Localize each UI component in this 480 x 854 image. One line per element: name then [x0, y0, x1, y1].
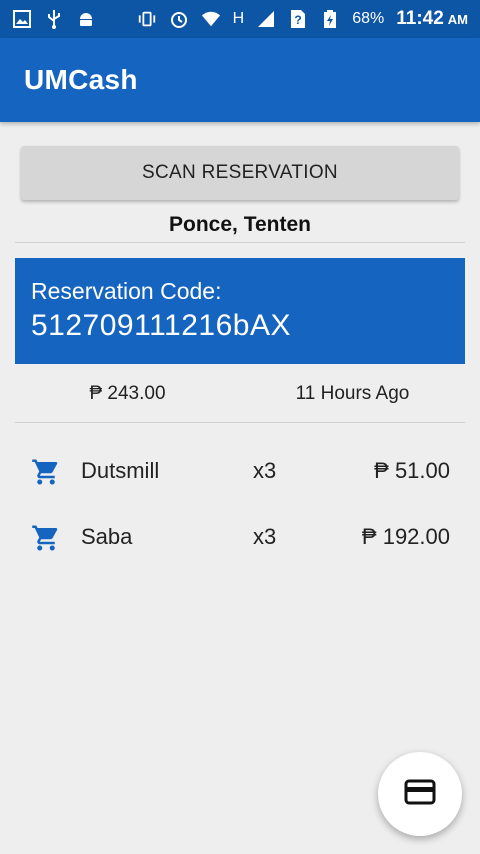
item-quantity: x3 [253, 524, 277, 549]
credit-card-icon [404, 779, 436, 810]
battery-percent: 68% [352, 10, 385, 27]
battery-charging-icon [320, 9, 340, 29]
item-quantity: x3 [253, 458, 277, 483]
cart-icon [31, 523, 61, 553]
image-icon [12, 9, 32, 29]
android-icon [76, 9, 96, 29]
signal-icon [256, 9, 276, 29]
vibrate-icon [137, 9, 157, 29]
reservation-code: 512709111216bAX [31, 309, 291, 342]
clock: 11:42 AM [396, 8, 468, 29]
status-bar-system: H ? 68% 11:42 AM [137, 8, 468, 30]
item-name: Dutsmill [81, 458, 160, 483]
item-list: Dutsmill x3 ₱ 51.00 Saba x3 ₱ 192.00 [15, 438, 465, 570]
network-type: H [232, 10, 245, 27]
wifi-icon [201, 9, 221, 29]
payment-fab-button[interactable] [378, 752, 462, 836]
item-name: Saba [81, 524, 133, 549]
scan-reservation-button[interactable]: SCAN RESERVATION [21, 146, 459, 200]
item-price: ₱ 51.00 [374, 458, 450, 483]
cart-icon [31, 457, 61, 487]
reservation-time: 11 Hours Ago [295, 383, 410, 404]
reservation-card: Reservation Code: 512709111216bAX [15, 258, 465, 364]
list-item: Saba x3 ₱ 192.00 [15, 504, 465, 570]
reservation-summary: ₱ 243.00 11 Hours Ago [15, 366, 465, 423]
customer-name: Ponce, Tenten [15, 208, 465, 243]
alarm-icon [169, 9, 189, 29]
usb-icon [44, 9, 64, 29]
sim-unknown-icon: ? [288, 9, 308, 29]
list-item: Dutsmill x3 ₱ 51.00 [15, 438, 465, 504]
svg-text:?: ? [295, 13, 302, 27]
reservation-code-label: Reservation Code: [31, 278, 222, 304]
status-bar: H ? 68% 11:42 AM [0, 0, 480, 38]
status-bar-notifications [12, 9, 96, 29]
total-amount: ₱ 243.00 [89, 383, 166, 404]
item-price: ₱ 192.00 [361, 524, 450, 549]
app-title: UMCash [24, 64, 138, 95]
app-bar: UMCash [0, 38, 480, 122]
